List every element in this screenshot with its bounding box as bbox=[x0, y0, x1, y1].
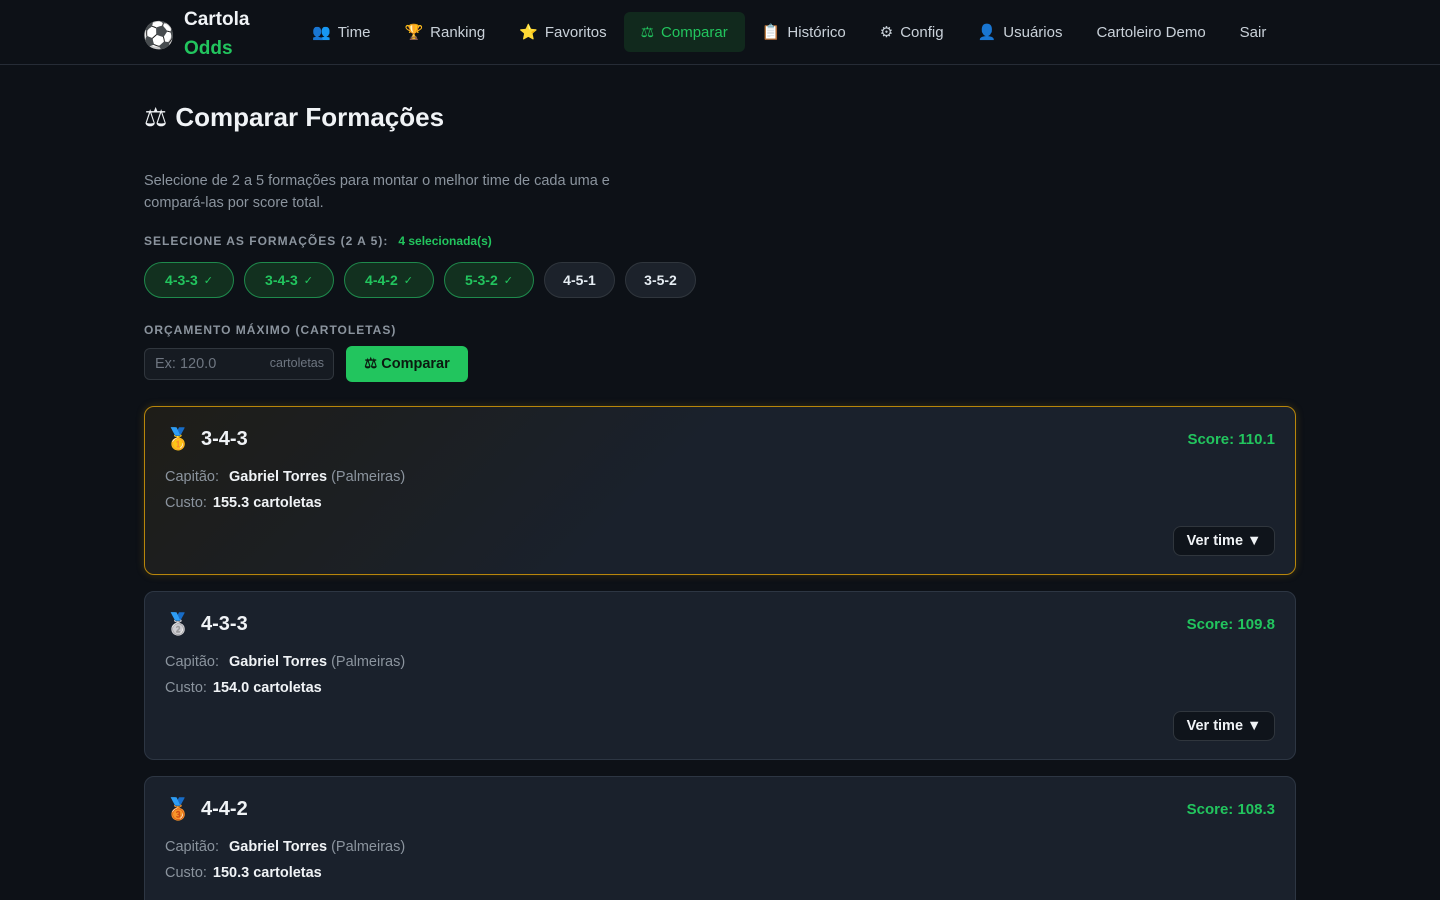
chip-label: 4-5-1 bbox=[563, 272, 596, 288]
brand-name: Cartola Odds bbox=[184, 5, 249, 63]
cost-value: 155.3 cartoletas bbox=[212, 495, 322, 511]
cost-value: 150.3 cartoletas bbox=[212, 865, 322, 881]
captain-label: Capitão: bbox=[165, 469, 220, 485]
clipboard-icon: 📋 bbox=[761, 24, 781, 41]
check-icon: ✓ bbox=[503, 274, 513, 287]
captain-line: Capitão: Gabriel Torres (Palmeiras) bbox=[165, 839, 405, 855]
cost-line: Custo: 154.0 cartoletas bbox=[165, 680, 322, 696]
result-formation: 4-4-2 bbox=[201, 798, 248, 820]
nav-user-profile[interactable]: Cartoleiro Demo bbox=[1079, 12, 1222, 52]
budget-unit: cartoletas bbox=[269, 356, 324, 370]
result-card-1: 🥇 3-4-3 Score: 110.1 Capitão: Gabriel Tor… bbox=[144, 406, 1296, 575]
soccer-ball-icon: ⚽ bbox=[142, 20, 176, 50]
budget-field: cartoletas bbox=[144, 348, 334, 380]
brand-name-line2: Odds bbox=[184, 38, 233, 59]
result-score: Score: 108.3 bbox=[1186, 801, 1275, 818]
captain-name: Gabriel Torres bbox=[229, 839, 328, 855]
formation-chip-343[interactable]: 3-4-3 ✓ bbox=[244, 262, 334, 298]
users-icon: 👥 bbox=[312, 24, 331, 41]
captain-club: (Palmeiras) bbox=[331, 654, 406, 670]
captain-line: Capitão: Gabriel Torres (Palmeiras) bbox=[165, 654, 405, 670]
cost-line: Custo: 150.3 cartoletas bbox=[165, 865, 322, 881]
cost-value: 154.0 cartoletas bbox=[212, 680, 322, 696]
brand-logo[interactable]: ⚽ Cartola Odds bbox=[142, 5, 250, 63]
formation-chip-433[interactable]: 4-3-3 ✓ bbox=[144, 262, 234, 298]
nav-config-label: Config bbox=[900, 23, 944, 41]
cost-label: Custo: bbox=[165, 495, 207, 511]
scales-icon: ⚖ bbox=[640, 24, 655, 41]
chip-label: 3-5-2 bbox=[644, 272, 677, 288]
formations-label-row: Selecione as formações (2 a 5): 4 seleci… bbox=[144, 234, 492, 248]
nav-usuarios-label: Usuários bbox=[1003, 23, 1063, 41]
budget-row: cartoletas ⚖ Comparar bbox=[144, 346, 468, 382]
nav-historico[interactable]: 📋 Histórico bbox=[745, 12, 863, 52]
cost-label: Custo: bbox=[165, 865, 207, 881]
selected-count: 4 selecionada(s) bbox=[398, 234, 492, 248]
bronze-medal-icon: 🥉 bbox=[165, 798, 192, 821]
nav-ranking-label: Ranking bbox=[430, 23, 486, 41]
formation-chip-442[interactable]: 4-4-2 ✓ bbox=[344, 262, 434, 298]
brand-name-line1: Cartola bbox=[184, 9, 250, 30]
nav-comparar[interactable]: ⚖ Comparar bbox=[623, 12, 745, 52]
chip-label: 4-4-2 bbox=[365, 272, 398, 288]
gear-icon: ⚙ bbox=[879, 24, 894, 41]
nav-time[interactable]: 👥 Time bbox=[295, 12, 387, 52]
result-formation: 3-4-3 bbox=[201, 428, 248, 450]
formation-chip-532[interactable]: 5-3-2 ✓ bbox=[444, 262, 534, 298]
trophy-icon: 🏆 bbox=[404, 24, 424, 41]
budget-label: Orçamento máximo (cartoletas) bbox=[144, 323, 397, 337]
check-icon: ✓ bbox=[403, 274, 413, 287]
nav-historico-label: Histórico bbox=[787, 23, 846, 41]
check-icon: ✓ bbox=[303, 274, 313, 287]
compare-button[interactable]: ⚖ Comparar bbox=[346, 346, 468, 382]
nav-favoritos[interactable]: ⭐ Favoritos bbox=[502, 12, 623, 52]
view-team-button[interactable]: Ver time ▼ bbox=[1173, 711, 1275, 741]
nav-time-label: Time bbox=[337, 23, 371, 41]
result-formation: 4-3-3 bbox=[201, 613, 248, 635]
nav-logout[interactable]: Sair bbox=[1223, 12, 1284, 52]
result-score: Score: 109.8 bbox=[1186, 616, 1275, 633]
main-nav: 👥 Time 🏆 Ranking ⭐ Favoritos ⚖ Comparar 📋 His… bbox=[295, 12, 1283, 52]
scales-icon: ⚖ bbox=[144, 102, 168, 132]
chip-label: 5-3-2 bbox=[465, 272, 498, 288]
captain-label: Capitão: bbox=[165, 839, 220, 855]
captain-club: (Palmeiras) bbox=[331, 839, 406, 855]
top-navbar: ⚽ Cartola Odds 👥 Time 🏆 Ranking ⭐ Favoritos… bbox=[0, 0, 1440, 65]
view-team-button[interactable]: Ver time ▼ bbox=[1173, 526, 1275, 556]
formation-chip-451[interactable]: 4-5-1 bbox=[544, 262, 615, 298]
nav-favoritos-label: Favoritos bbox=[544, 23, 607, 41]
result-card-2: 🥈 4-3-3 Score: 109.8 Capitão: Gabriel Tor… bbox=[144, 591, 1296, 760]
formation-chip-352[interactable]: 3-5-2 bbox=[625, 262, 696, 298]
nav-usuarios[interactable]: 👤 Usuários bbox=[961, 12, 1080, 52]
page-title: ⚖ Comparar Formações bbox=[144, 102, 444, 133]
page-title-text: Comparar Formações bbox=[175, 102, 445, 132]
nav-comparar-label: Comparar bbox=[661, 23, 728, 41]
nav-config[interactable]: ⚙ Config bbox=[863, 12, 961, 52]
page-description: Selecione de 2 a 5 formações para montar… bbox=[144, 173, 610, 211]
star-icon: ⭐ bbox=[519, 24, 538, 41]
check-icon: ✓ bbox=[203, 274, 213, 287]
cost-line: Custo: 155.3 cartoletas bbox=[165, 495, 322, 511]
chip-label: 3-4-3 bbox=[265, 272, 298, 288]
captain-club: (Palmeiras) bbox=[331, 469, 406, 485]
cost-label: Custo: bbox=[165, 680, 207, 696]
user-icon: 👤 bbox=[977, 24, 997, 41]
gold-medal-icon: 🥇 bbox=[165, 428, 192, 451]
result-card-3: 🥉 4-4-2 Score: 108.3 Capitão: Gabriel Tor… bbox=[144, 776, 1296, 900]
result-score: Score: 110.1 bbox=[1187, 431, 1275, 448]
formation-chips: 4-3-3 ✓ 3-4-3 ✓ 4-4-2 ✓ 5-3-2 ✓ 4-5-1 3-5-2 bbox=[144, 262, 706, 298]
formations-label: Selecione as formações (2 a 5): bbox=[144, 234, 389, 248]
chip-label: 4-3-3 bbox=[165, 272, 198, 288]
captain-name: Gabriel Torres bbox=[229, 469, 328, 485]
captain-label: Capitão: bbox=[165, 654, 220, 670]
nav-ranking[interactable]: 🏆 Ranking bbox=[387, 12, 502, 52]
captain-line: Capitão: Gabriel Torres (Palmeiras) bbox=[165, 469, 405, 485]
captain-name: Gabriel Torres bbox=[229, 654, 328, 670]
silver-medal-icon: 🥈 bbox=[165, 613, 192, 636]
